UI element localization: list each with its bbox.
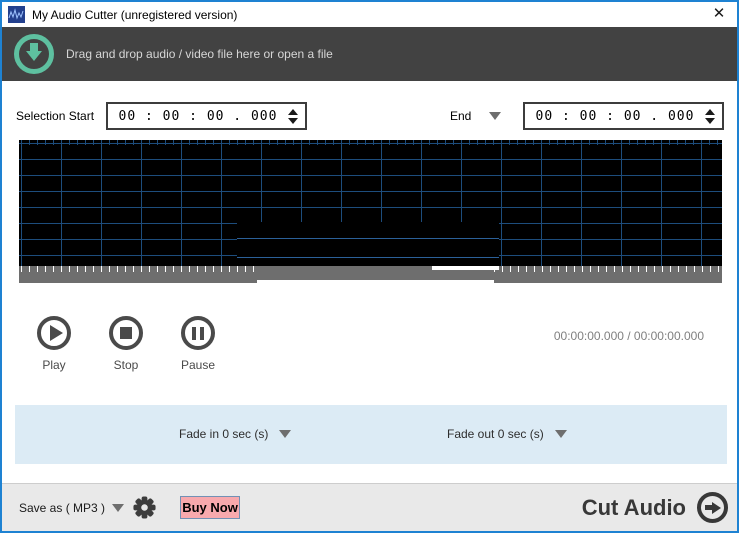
app-logo-icon — [8, 6, 25, 23]
selection-end-input[interactable] — [531, 108, 699, 124]
play-icon — [49, 325, 63, 341]
save-as-dropdown-icon[interactable] — [112, 504, 124, 512]
pause-button[interactable] — [181, 316, 215, 350]
selection-start-timebox[interactable] — [106, 102, 307, 130]
selection-start-input[interactable] — [114, 108, 282, 124]
stop-button[interactable] — [109, 316, 143, 350]
save-as-label[interactable]: Save as ( MP3 ) — [19, 501, 105, 515]
spinner-down-icon[interactable] — [288, 117, 298, 124]
fade-out-label[interactable]: Fade out 0 sec (s) — [447, 427, 544, 441]
waveform-line — [237, 257, 499, 258]
stop-icon — [120, 327, 132, 339]
stop-label: Stop — [113, 358, 139, 372]
selection-end-spinner[interactable] — [705, 108, 715, 124]
title-bar: My Audio Cutter (unregistered version) ✕ — [2, 2, 737, 27]
buy-now-button[interactable]: Buy Now — [180, 496, 240, 519]
selection-start-label: Selection Start — [16, 109, 95, 123]
waveform-line — [237, 238, 499, 239]
pause-icon — [192, 326, 204, 340]
selection-start-spinner[interactable] — [288, 108, 298, 124]
timeline-scrollbar[interactable] — [19, 266, 722, 283]
spinner-up-icon[interactable] — [288, 108, 298, 115]
selection-end-label: End — [450, 109, 472, 123]
close-icon[interactable]: ✕ — [701, 2, 737, 27]
spinner-down-icon[interactable] — [705, 117, 715, 124]
cut-audio-label: Cut Audio — [581, 494, 686, 520]
cut-audio-button[interactable]: Cut Audio — [582, 484, 728, 531]
selection-end-timebox[interactable] — [523, 102, 724, 130]
footer-bar: Save as ( MP3 ) Buy Now Cut Audio — [2, 483, 737, 531]
end-dropdown-icon[interactable] — [489, 112, 501, 120]
fade-in-dropdown-icon[interactable] — [279, 430, 291, 438]
open-file-icon[interactable] — [14, 34, 54, 74]
dropzone-text: Drag and drop audio / video file here or… — [66, 47, 333, 61]
waveform-selection-region[interactable] — [237, 222, 499, 266]
fade-out-dropdown-icon[interactable] — [555, 430, 567, 438]
fade-panel: Fade in 0 sec (s) Fade out 0 sec (s) — [15, 405, 727, 464]
gear-icon[interactable] — [132, 495, 157, 520]
play-label: Play — [42, 358, 66, 372]
waveform-display[interactable] — [19, 140, 722, 266]
play-button[interactable] — [37, 316, 71, 350]
pause-label: Pause — [180, 358, 216, 372]
app-window: My Audio Cutter (unregistered version) ✕… — [0, 0, 739, 533]
window-title: My Audio Cutter (unregistered version) — [32, 8, 238, 22]
timeline-selection-marker[interactable] — [432, 266, 499, 270]
playback-time-display: 00:00:00.000 / 00:00:00.000 — [553, 329, 704, 343]
dropzone[interactable]: Drag and drop audio / video file here or… — [2, 27, 737, 81]
timeline-ticks — [21, 266, 257, 272]
timeline-thumb-notch — [257, 280, 494, 283]
spinner-up-icon[interactable] — [705, 108, 715, 115]
cut-audio-arrow-icon[interactable] — [697, 492, 728, 523]
fade-in-label[interactable]: Fade in 0 sec (s) — [179, 427, 268, 441]
timeline-ticks — [494, 266, 720, 272]
